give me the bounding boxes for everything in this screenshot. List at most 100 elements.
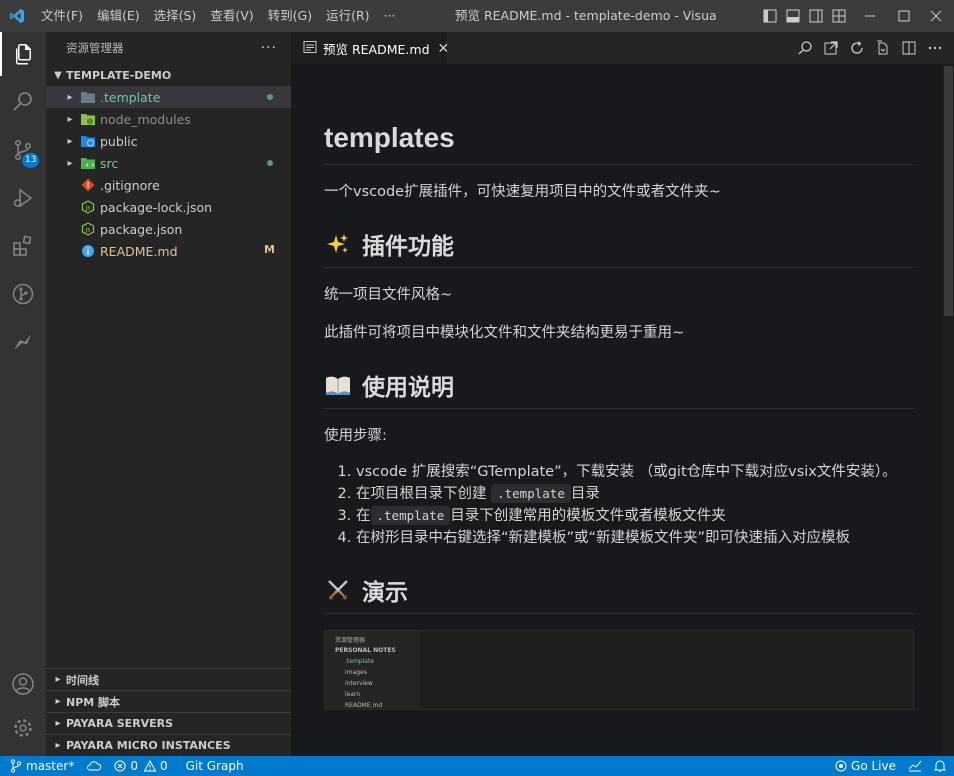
- tree-item-readme[interactable]: README.md M: [46, 240, 291, 262]
- accounts-icon[interactable]: [0, 662, 46, 706]
- toggle-panel-layout-icon[interactable]: [781, 0, 804, 32]
- info-icon: [80, 243, 96, 259]
- feedback-icon: [908, 760, 922, 772]
- list-item: 在树形目录中右键选择“新建模板”或“新建模板文件夹”即可快速插入对应模板: [356, 527, 914, 549]
- tree-item-package-json[interactable]: js package.json: [46, 218, 291, 240]
- tree-item-template-folder[interactable]: ▸ .template: [46, 86, 291, 108]
- usage-heading: 使用说明: [324, 368, 914, 409]
- manage-gear-icon[interactable]: [0, 706, 46, 750]
- tree-item-label: README.md: [100, 243, 178, 259]
- sidebar-bottom-sections: ▸ 时间线 ▸ NPM 脚本 ▸ PAYARA SERVERS ▸ PAYARA…: [46, 668, 291, 756]
- vertical-scrollbar[interactable]: [941, 64, 954, 756]
- menu-more[interactable]: ···: [377, 0, 403, 32]
- nodejs-file-icon: js: [80, 221, 96, 237]
- menu-selection[interactable]: 选择(S): [147, 0, 204, 32]
- public-folder-icon: [80, 133, 96, 149]
- branch-status[interactable]: master*: [0, 756, 80, 776]
- warning-count: 0: [159, 759, 168, 773]
- sync-cloud-icon: [87, 761, 102, 771]
- features-heading: 插件功能: [324, 227, 914, 268]
- bell-icon: [934, 760, 946, 772]
- tab-readme-preview[interactable]: 预览 README.md ✕: [291, 32, 450, 64]
- tree-item-label: .gitignore: [100, 177, 160, 193]
- folder-icon: [80, 89, 96, 105]
- section-label: NPM 脚本: [66, 695, 121, 709]
- payara-icon[interactable]: [0, 320, 46, 364]
- menu-edit[interactable]: 编辑(E): [90, 0, 147, 32]
- gif-text: images: [345, 669, 367, 676]
- timeline-section-header[interactable]: ▸ 时间线: [46, 668, 291, 690]
- markdown-preview[interactable]: templates 一个vscode扩展插件，可快速复用项目中的文件或者文件夹~…: [291, 64, 941, 756]
- svg-text:js: js: [85, 205, 91, 212]
- step-text: 在: [356, 508, 371, 524]
- more-actions-icon[interactable]: [922, 37, 948, 59]
- inline-code: .template: [370, 506, 451, 525]
- vscode-logo-icon: [0, 0, 34, 32]
- refresh-icon[interactable]: [844, 37, 870, 59]
- source-control-icon[interactable]: 13: [0, 128, 46, 172]
- warning-icon: [143, 760, 156, 772]
- chevron-right-icon: ▸: [55, 696, 61, 707]
- broadcast-icon: [835, 760, 847, 772]
- status-right: Go Live: [829, 756, 954, 776]
- open-external-icon[interactable]: [818, 37, 844, 59]
- git-status-dot: [267, 94, 273, 100]
- payara-servers-section-header[interactable]: ▸ PAYARA SERVERS: [46, 712, 291, 734]
- branch-name: master*: [26, 759, 75, 773]
- toggle-sidebar-layout-icon[interactable]: [758, 0, 781, 32]
- project-section-header[interactable]: ▼ TEMPLATE-DEMO: [46, 64, 291, 86]
- source-control-badge: 13: [22, 153, 40, 168]
- customize-layout-icon[interactable]: [827, 0, 850, 32]
- problems-status[interactable]: 0 0: [108, 756, 173, 776]
- chevron-right-icon: ▸: [67, 113, 73, 125]
- notifications-button[interactable]: [928, 756, 954, 776]
- scrollbar-thumb[interactable]: [944, 66, 953, 316]
- search-icon[interactable]: [792, 37, 818, 59]
- menu-bar: 文件(F) 编辑(E) 选择(S) 查看(V) 转到(G) 运行(R) ···: [34, 0, 402, 32]
- npm-scripts-section-header[interactable]: ▸ NPM 脚本: [46, 690, 291, 712]
- chevron-right-icon: ▸: [67, 157, 73, 169]
- window-controls: [758, 0, 954, 32]
- minimize-icon[interactable]: [850, 0, 890, 32]
- sidebar-title: 资源管理器: [66, 41, 124, 55]
- chevron-right-icon: ▸: [67, 91, 73, 103]
- close-icon[interactable]: ✕: [438, 41, 450, 57]
- close-window-icon[interactable]: [918, 0, 954, 32]
- chevron-right-icon: ▸: [67, 135, 73, 147]
- sparkles-icon: [324, 230, 352, 258]
- run-debug-icon[interactable]: [0, 176, 46, 220]
- git-graph-status[interactable]: Git Graph: [180, 756, 250, 776]
- menu-go[interactable]: 转到(G): [261, 0, 319, 32]
- tree-item-node-modules[interactable]: ▸ node_modules: [46, 108, 291, 130]
- menu-file[interactable]: 文件(F): [34, 0, 90, 32]
- error-count: 0: [130, 759, 138, 773]
- menu-run[interactable]: 运行(R): [319, 0, 376, 32]
- tree-item-package-lock[interactable]: js package-lock.json: [46, 196, 291, 218]
- gif-text: interview: [345, 680, 373, 687]
- toggle-secondary-sidebar-icon[interactable]: [804, 0, 827, 32]
- chevron-down-icon: ▼: [54, 69, 62, 81]
- maximize-icon[interactable]: [890, 0, 918, 32]
- explorer-icon[interactable]: [0, 32, 46, 76]
- go-live-label: Go Live: [851, 759, 896, 773]
- tree-item-gitignore[interactable]: .gitignore: [46, 174, 291, 196]
- step-text: 在项目根目录下创建: [356, 486, 487, 502]
- menu-view[interactable]: 查看(V): [203, 0, 260, 32]
- search-icon[interactable]: [0, 80, 46, 124]
- src-folder-icon: [80, 155, 96, 171]
- open-source-icon[interactable]: [870, 37, 896, 59]
- tree-item-src[interactable]: ▸ src: [46, 152, 291, 174]
- node-folder-icon: [80, 111, 96, 127]
- payara-micro-section-header[interactable]: ▸ PAYARA MICRO INSTANCES: [46, 734, 291, 756]
- split-editor-icon[interactable]: [896, 37, 922, 59]
- sync-status[interactable]: [80, 756, 108, 776]
- git-graph-icon[interactable]: [0, 272, 46, 316]
- tree-item-public[interactable]: ▸ public: [46, 130, 291, 152]
- more-actions-icon[interactable]: ···: [261, 40, 277, 56]
- feedback-button[interactable]: [902, 756, 928, 776]
- go-live-button[interactable]: Go Live: [829, 756, 902, 776]
- git-modified-badge: M: [264, 243, 275, 256]
- tree-item-label: .template: [100, 89, 161, 105]
- extensions-icon[interactable]: [0, 224, 46, 268]
- nodejs-file-icon: js: [80, 199, 96, 215]
